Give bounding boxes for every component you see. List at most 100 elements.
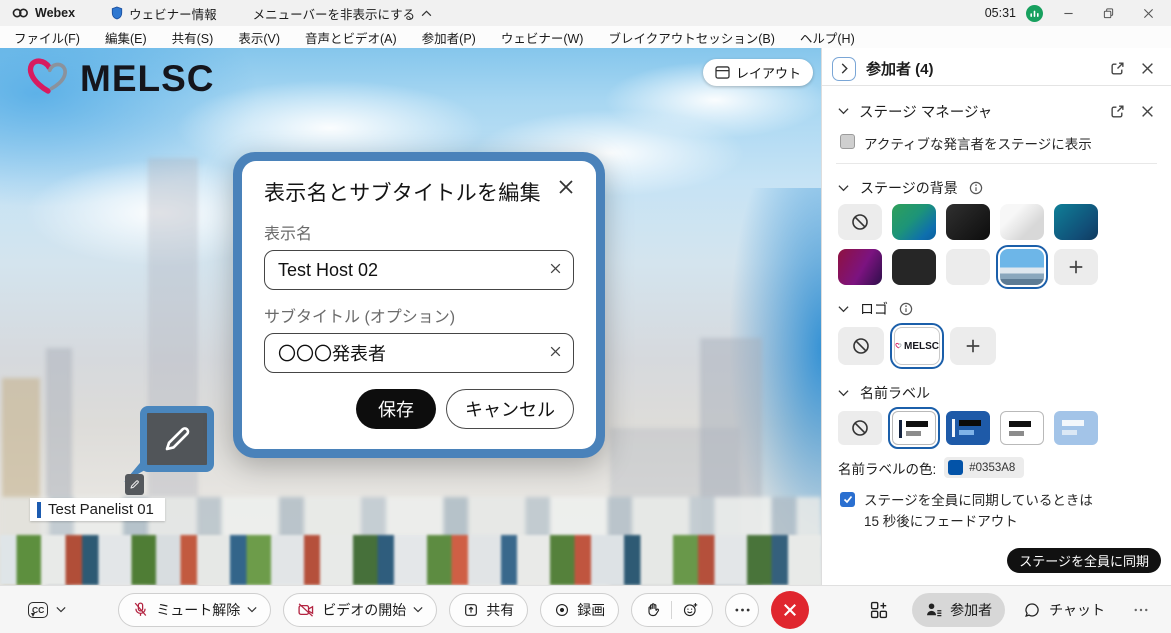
menu-webinar[interactable]: ウェビナー(W) (501, 28, 584, 47)
logo-swatch-melsc-selected[interactable]: MELSC (894, 327, 940, 365)
emoji-reaction-icon (682, 601, 699, 618)
bg-swatch-none[interactable] (838, 204, 882, 240)
start-video-button[interactable]: ビデオの開始 (283, 593, 437, 627)
display-name-input[interactable] (264, 250, 574, 290)
apps-button[interactable] (866, 597, 892, 623)
camera-off-icon (297, 602, 315, 618)
clear-display-name-button[interactable] (549, 262, 562, 275)
hide-menubar-button[interactable]: メニューバーを非表示にする (253, 4, 433, 23)
pencil-icon (129, 479, 140, 490)
sync-fade-checkbox[interactable] (840, 492, 855, 507)
logo-section-header: ロゴ (822, 297, 1171, 321)
webinar-info-button[interactable]: ウェビナー情報 (111, 4, 217, 23)
bg-swatch-add-button[interactable] (1054, 249, 1098, 285)
info-icon[interactable] (969, 181, 983, 195)
record-button[interactable]: 録画 (540, 593, 619, 627)
bg-swatch-black[interactable] (946, 204, 990, 240)
bg-swatch-green-blue[interactable] (892, 204, 936, 240)
stage-brand-text: MELSC (80, 58, 215, 100)
chevron-down-icon[interactable] (838, 305, 849, 313)
name-label-swatch-2[interactable] (946, 411, 990, 445)
chevron-down-icon[interactable] (838, 184, 849, 192)
popout-stage-manager-button[interactable] (1107, 101, 1127, 121)
close-window-button[interactable] (1133, 1, 1163, 25)
chat-bubble-icon (1023, 601, 1041, 619)
name-label-color-picker[interactable]: #0353A8 (944, 457, 1024, 478)
stage-canvas: MELSC レイアウト Test Panelist 01 (0, 48, 821, 585)
mic-muted-icon (132, 601, 149, 618)
reactions-button[interactable] (631, 593, 713, 627)
bg-swatch-light-gray[interactable] (946, 249, 990, 285)
raise-hand-icon (645, 601, 661, 618)
menu-help[interactable]: ヘルプ(H) (800, 28, 855, 47)
city-skyline (0, 535, 821, 585)
cancel-button[interactable]: キャンセル (446, 389, 574, 429)
minimize-button[interactable] (1053, 1, 1083, 25)
bg-swatch-teal-navy[interactable] (1054, 204, 1098, 240)
edit-name-dialog: 表示名とサブタイトルを編集 表示名 サブタイトル (オプション) (233, 152, 605, 458)
bg-swatch-light-wave[interactable] (1000, 204, 1044, 240)
clear-subtitle-button[interactable] (549, 345, 562, 358)
close-panel-button[interactable] (1137, 59, 1157, 79)
name-label-swatch-4[interactable] (1054, 411, 1098, 445)
connection-quality-icon[interactable] (1026, 5, 1043, 22)
unmute-button[interactable]: ミュート解除 (118, 593, 271, 627)
participants-toggle-button[interactable]: 参加者 (912, 593, 1005, 627)
name-label-swatch-none[interactable] (838, 411, 882, 445)
no-logo-icon (851, 336, 871, 356)
logo-swatch-row: MELSC (822, 321, 1171, 365)
more-options-button[interactable] (725, 593, 759, 627)
webex-logo: Webex (12, 6, 75, 20)
closed-captions-button[interactable]: CC (28, 602, 66, 618)
participants-panel: 参加者 (4) ステージ マネージャ (821, 48, 1171, 585)
close-stage-manager-button[interactable] (1137, 101, 1157, 121)
close-icon (1141, 62, 1154, 75)
menu-file[interactable]: ファイル(F) (14, 28, 80, 47)
more-panels-button[interactable] (1131, 600, 1151, 620)
menu-audio-video[interactable]: 音声とビデオ(A) (305, 28, 397, 47)
popout-icon (1110, 104, 1125, 119)
no-background-icon (850, 212, 870, 232)
dialog-close-button[interactable] (558, 179, 574, 195)
participants-panel-header: 参加者 (4) (822, 48, 1171, 85)
bg-swatch-charcoal[interactable] (892, 249, 936, 285)
logo-swatch-add-button[interactable] (950, 327, 996, 365)
divider (671, 601, 672, 619)
bg-swatch-magenta-purple[interactable] (838, 249, 882, 285)
collapse-panel-button[interactable] (832, 57, 856, 81)
active-speaker-checkbox[interactable] (840, 134, 855, 149)
participants-panel-title: 参加者 (4) (866, 58, 934, 79)
pencil-icon (161, 423, 193, 455)
menu-participants[interactable]: 参加者(P) (422, 28, 476, 47)
menu-breakout[interactable]: ブレイクアウトセッション(B) (608, 28, 774, 47)
logo-swatch-none[interactable] (838, 327, 884, 365)
layout-button[interactable]: レイアウト (703, 59, 813, 86)
chevron-down-icon[interactable] (838, 107, 849, 115)
chat-button[interactable]: チャット (1023, 600, 1105, 620)
name-label-swatch-3[interactable] (1000, 411, 1044, 445)
app-name: Webex (35, 6, 75, 20)
info-icon[interactable] (899, 302, 913, 316)
display-name-label: 表示名 (264, 220, 574, 244)
menu-view[interactable]: 表示(V) (238, 28, 280, 47)
subtitle-input[interactable] (264, 333, 574, 373)
melsc-heart-icon (24, 58, 72, 100)
share-button[interactable]: 共有 (449, 593, 528, 627)
sync-stage-button[interactable]: ステージを全員に同期 (1007, 548, 1161, 573)
popout-panel-button[interactable] (1107, 59, 1127, 79)
color-swatch (948, 460, 963, 475)
background-swatch-grid (822, 200, 1171, 285)
plus-icon (965, 338, 981, 354)
menu-edit[interactable]: 編集(E) (105, 28, 147, 47)
bg-swatch-city-selected[interactable] (1000, 249, 1044, 285)
edit-name-pencil-button[interactable] (125, 474, 144, 495)
ellipsis-icon (735, 608, 750, 612)
leave-meeting-button[interactable] (771, 591, 809, 629)
menu-share[interactable]: 共有(S) (172, 28, 214, 47)
name-label-swatch-1-selected[interactable] (892, 411, 936, 445)
restore-button[interactable] (1093, 1, 1123, 25)
cc-icon: CC (28, 602, 48, 618)
save-button[interactable]: 保存 (356, 389, 436, 429)
chevron-down-icon[interactable] (838, 389, 849, 397)
share-screen-icon (463, 602, 479, 618)
